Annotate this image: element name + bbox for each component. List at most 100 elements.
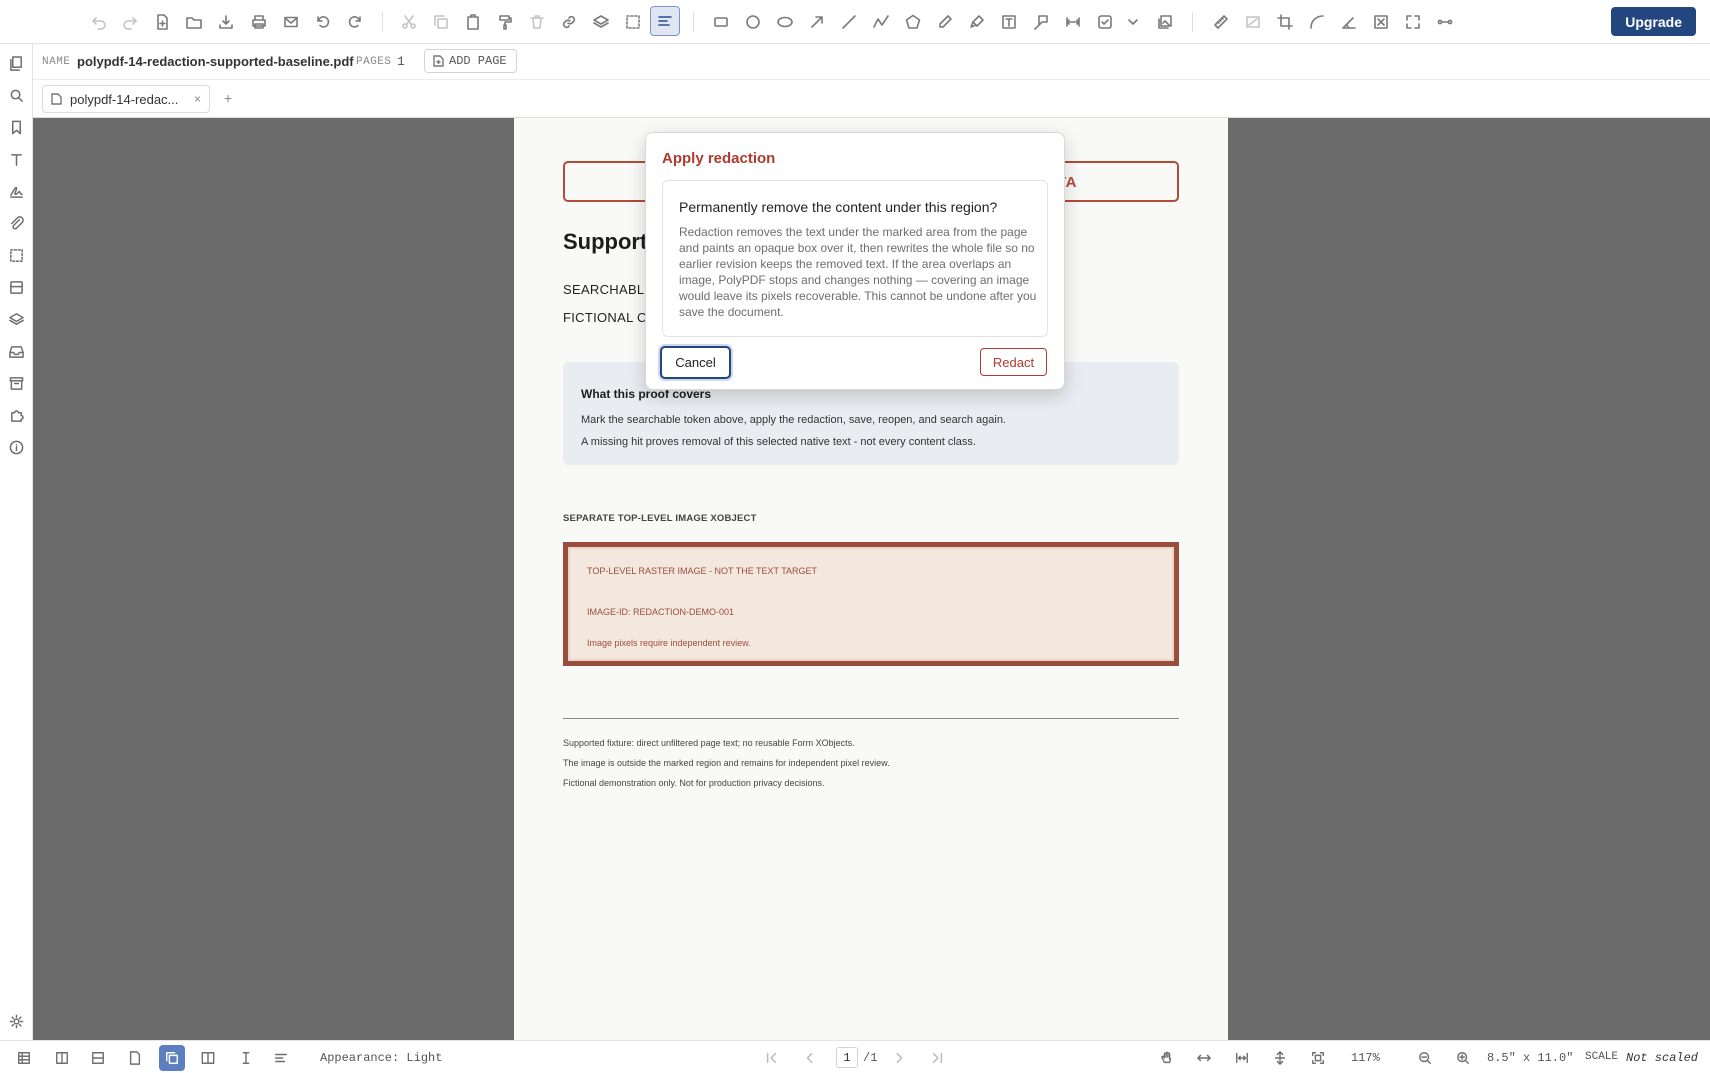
download-icon[interactable] (215, 11, 237, 33)
ellipse-icon[interactable] (774, 11, 796, 33)
apply-redaction-dialog: Apply redaction Permanently remove the c… (645, 132, 1065, 390)
signature-icon[interactable] (7, 182, 25, 200)
footer-line: The image is outside the marked region a… (563, 758, 890, 768)
previous-page-icon[interactable] (800, 1048, 820, 1068)
new-file-icon[interactable] (151, 11, 173, 33)
left-sidebar-rail (0, 44, 33, 1040)
footer-line: Supported fixture: direct unfiltered pag… (563, 738, 855, 748)
rotate-right-icon[interactable] (344, 11, 366, 33)
fit-width-icon[interactable] (1194, 1048, 1214, 1068)
checkbox-icon[interactable] (1094, 11, 1116, 33)
upgrade-button[interactable]: Upgrade (1611, 7, 1696, 36)
chevron-down-icon[interactable] (1122, 11, 1144, 33)
two-page-icon[interactable] (198, 1048, 218, 1068)
copy-icon[interactable] (430, 11, 452, 33)
clear-icon[interactable] (1370, 11, 1392, 33)
line-icon[interactable] (838, 11, 860, 33)
next-page-icon[interactable] (889, 1048, 909, 1068)
circle-icon[interactable] (742, 11, 764, 33)
bookmark-icon[interactable] (7, 118, 25, 136)
toolbar-divider (1192, 12, 1193, 32)
selection-icon[interactable] (7, 246, 25, 264)
last-page-icon[interactable] (927, 1048, 947, 1068)
print-icon[interactable] (248, 11, 270, 33)
new-tab-button[interactable]: + (224, 90, 232, 106)
connector-icon[interactable] (1434, 11, 1456, 33)
fullscreen-icon[interactable] (1402, 11, 1424, 33)
polygon-icon[interactable] (902, 11, 924, 33)
proof-line: Mark the searchable token above, apply t… (581, 414, 1006, 426)
puzzle-icon[interactable] (7, 406, 25, 424)
zoom-in-icon[interactable] (1453, 1048, 1473, 1068)
zoom-level-select[interactable]: 117% (1351, 1051, 1380, 1065)
inbox-icon[interactable] (7, 342, 25, 360)
measure-icon[interactable] (1210, 11, 1232, 33)
fit-height-icon[interactable] (1270, 1048, 1290, 1068)
appearance-toggle[interactable]: Appearance: Light (320, 1051, 442, 1065)
document-tab-label: polypdf-14-redac... (70, 91, 179, 107)
table-view-icon[interactable] (14, 1048, 34, 1068)
link-icon[interactable] (558, 11, 580, 33)
mail-icon[interactable] (280, 11, 302, 33)
dialog-question: Permanently remove the content under thi… (679, 199, 998, 215)
paperclip-icon[interactable] (7, 214, 25, 232)
split-vertical-icon[interactable] (52, 1048, 72, 1068)
delete-icon[interactable] (526, 11, 548, 33)
document-icon (51, 93, 62, 105)
format-painter-icon[interactable] (494, 11, 516, 33)
redo-icon[interactable] (119, 11, 141, 33)
paste-icon[interactable] (462, 11, 484, 33)
hand-pan-icon[interactable] (1157, 1048, 1177, 1068)
redact-button[interactable]: Redact (980, 348, 1047, 376)
add-page-label: ADD PAGE (449, 54, 507, 68)
image-section-heading: SEPARATE TOP-LEVEL IMAGE XOBJECT (563, 513, 757, 524)
crop-icon[interactable] (1274, 11, 1296, 33)
select-area-icon[interactable] (622, 11, 644, 33)
arrow-icon[interactable] (806, 11, 828, 33)
image-icon[interactable] (1154, 11, 1176, 33)
text-cursor-icon[interactable] (236, 1048, 256, 1068)
layers-panel-icon[interactable] (7, 310, 25, 328)
fit-page-icon[interactable] (1232, 1048, 1252, 1068)
layers-icon[interactable] (590, 11, 612, 33)
scale-value: Not scaled (1626, 1051, 1699, 1065)
pages-icon[interactable] (7, 54, 25, 72)
close-tab-icon[interactable]: × (194, 92, 201, 106)
align-left-icon[interactable] (271, 1048, 291, 1068)
pen-icon[interactable] (934, 11, 956, 33)
dimension-icon[interactable] (1062, 11, 1084, 33)
cut-icon[interactable] (398, 11, 420, 33)
settings-gear-icon[interactable] (7, 1012, 25, 1030)
undo-icon[interactable] (88, 11, 110, 33)
scale-label: SCALE (1585, 1051, 1619, 1063)
rectangle-icon[interactable] (710, 11, 732, 33)
proof-line: A missing hit proves removal of this sel… (581, 436, 976, 448)
rotate-left-icon[interactable] (312, 11, 334, 33)
zoom-out-icon[interactable] (1415, 1048, 1435, 1068)
main-toolbar: Upgrade (0, 0, 1710, 44)
page-number-input[interactable] (836, 1047, 858, 1068)
redact-area-icon[interactable] (1242, 11, 1264, 33)
split-horizontal-icon[interactable] (88, 1048, 108, 1068)
archive-icon[interactable] (7, 374, 25, 392)
search-icon[interactable] (7, 86, 25, 104)
single-page-icon[interactable] (125, 1048, 145, 1068)
document-tab[interactable]: polypdf-14-redac... × (42, 85, 210, 113)
cancel-button[interactable]: Cancel (660, 346, 731, 379)
callout-icon[interactable] (1030, 11, 1052, 33)
polyline-icon[interactable] (870, 11, 892, 33)
pages-count: 1 (397, 54, 405, 69)
highlighter-icon[interactable] (966, 11, 988, 33)
add-page-button[interactable]: ADD PAGE (424, 49, 517, 73)
align-icon[interactable] (650, 6, 680, 36)
actual-size-icon[interactable] (1308, 1048, 1328, 1068)
continuous-pages-icon[interactable] (159, 1045, 185, 1071)
first-page-icon[interactable] (762, 1048, 782, 1068)
angle-icon[interactable] (1338, 11, 1360, 33)
form-icon[interactable] (7, 278, 25, 296)
info-icon[interactable] (7, 438, 25, 456)
open-folder-icon[interactable] (183, 11, 205, 33)
text-icon[interactable] (7, 150, 25, 168)
curve-icon[interactable] (1306, 11, 1328, 33)
text-box-icon[interactable] (998, 11, 1020, 33)
